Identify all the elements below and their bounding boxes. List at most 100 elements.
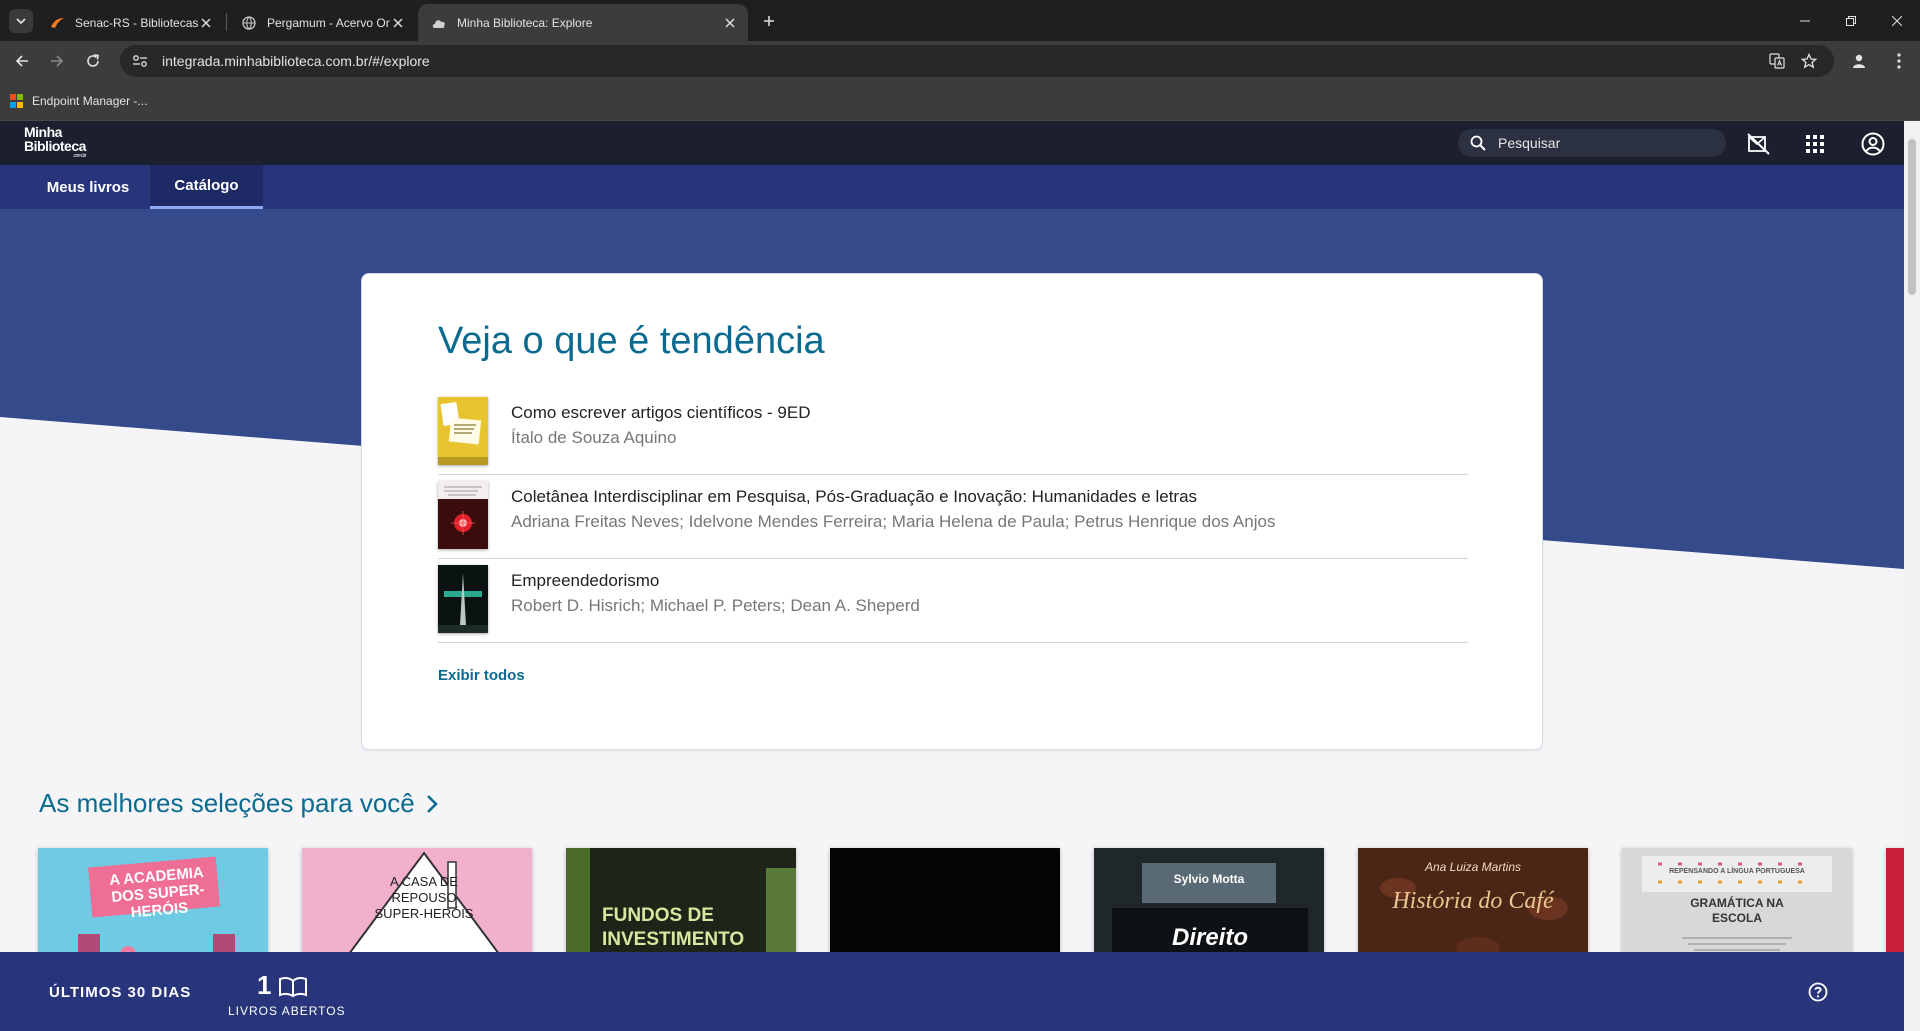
close-icon[interactable] bbox=[390, 15, 406, 31]
account-icon bbox=[1861, 132, 1885, 156]
close-icon bbox=[1892, 15, 1902, 26]
stats-period: ÚLTIMOS 30 DIAS bbox=[49, 984, 192, 1001]
book-cover-author: Ana Luiza Martins bbox=[1424, 860, 1522, 874]
book-card-partial[interactable] bbox=[1886, 848, 1904, 958]
page-scrollbar[interactable] bbox=[1904, 121, 1920, 1031]
notifications-off-icon bbox=[1747, 133, 1770, 155]
trending-item-title[interactable]: Como escrever artigos científicos - 9ED bbox=[511, 403, 811, 423]
trending-title: Veja o que é tendência bbox=[438, 320, 825, 362]
logo-line-2: Biblioteca bbox=[24, 138, 86, 154]
book-cover-image[interactable] bbox=[438, 397, 488, 465]
bookmark-star-icon[interactable] bbox=[1797, 49, 1821, 73]
books-opened-count: 1 bbox=[257, 970, 272, 1000]
site-header: Minha Biblioteca .com.br Pesquisar bbox=[0, 121, 1904, 165]
search-placeholder: Pesquisar bbox=[1498, 135, 1561, 151]
browser-tab-2[interactable]: Pergamum - Acervo Online bbox=[228, 4, 416, 41]
tab-title: Senac-RS - Bibliotecas bbox=[75, 15, 198, 30]
senac-favicon bbox=[49, 15, 65, 31]
browser-tab-1[interactable]: Senac-RS - Bibliotecas bbox=[36, 4, 224, 41]
trending-item-title[interactable]: Empreendedorismo bbox=[511, 571, 659, 591]
reload-button[interactable] bbox=[79, 47, 107, 75]
scrollbar-thumb[interactable] bbox=[1908, 139, 1916, 295]
arrow-left-icon bbox=[15, 55, 28, 67]
book-cover-author: Sylvio Motta bbox=[1173, 872, 1245, 886]
back-button[interactable] bbox=[8, 47, 36, 75]
book-cover-series: REPENSANDO A LÍNGUA PORTUGUESA bbox=[1669, 868, 1805, 875]
book-card[interactable]: A ACADEMIA DOS SUPER-HERÓIS bbox=[38, 848, 268, 958]
book-card[interactable]: FUNDOS DE INVESTIMENTO bbox=[566, 848, 796, 958]
bookmark-label: Endpoint Manager -... bbox=[32, 94, 148, 108]
trending-item[interactable]: Como escrever artigos científicos - 9ED … bbox=[438, 391, 1468, 475]
profile-button[interactable] bbox=[1845, 47, 1873, 75]
browser-tab-3-active[interactable]: Minha Biblioteca: Explore bbox=[418, 4, 748, 41]
browser-menu-button[interactable] bbox=[1885, 47, 1913, 75]
account-button[interactable] bbox=[1860, 131, 1886, 157]
globe-icon bbox=[241, 15, 257, 31]
reading-stats-bar: ÚLTIMOS 30 DIAS 1 LIVROS ABERTOS bbox=[0, 952, 1904, 1031]
chevron-down-icon bbox=[16, 18, 26, 25]
browser-tabstrip: Senac-RS - Bibliotecas Pergamum - Acervo… bbox=[0, 0, 1920, 41]
profile-icon bbox=[1853, 54, 1865, 68]
book-cover-image[interactable] bbox=[438, 481, 488, 549]
restore-button[interactable] bbox=[1828, 0, 1874, 41]
translate-icon[interactable] bbox=[1765, 49, 1789, 73]
address-bar[interactable]: integrada.minhabiblioteca.com.br/#/explo… bbox=[120, 45, 1834, 77]
trending-item-title[interactable]: Coletânea Interdisciplinar em Pesquisa, … bbox=[511, 487, 1197, 507]
site-search-input[interactable]: Pesquisar bbox=[1458, 129, 1726, 157]
microsoft-logo-icon bbox=[10, 94, 24, 108]
tab-search-button[interactable] bbox=[9, 9, 33, 33]
bookmarks-bar: Endpoint Manager -... bbox=[0, 81, 1920, 121]
close-icon[interactable] bbox=[722, 15, 738, 31]
show-all-link[interactable]: Exibir todos bbox=[438, 667, 525, 684]
browser-toolbar: integrada.minhabiblioteca.com.br/#/explo… bbox=[0, 41, 1920, 81]
tab-catalogo[interactable]: Catálogo bbox=[150, 165, 263, 209]
books-opened-label: LIVROS ABERTOS bbox=[228, 1004, 346, 1018]
book-card[interactable] bbox=[830, 848, 1060, 958]
tab-meus-livros[interactable]: Meus livros bbox=[28, 165, 148, 209]
book-card[interactable]: A CASA DE REPOUSO SUPER-HERÓIS bbox=[302, 848, 532, 958]
new-tab-button[interactable] bbox=[757, 9, 781, 33]
reload-icon bbox=[87, 54, 99, 67]
trending-item-author: Robert D. Hisrich; Michael P. Peters; De… bbox=[511, 596, 920, 615]
search-icon bbox=[1470, 134, 1488, 152]
book-cover-title: Direito bbox=[1171, 924, 1248, 951]
apps-grid-button[interactable] bbox=[1802, 131, 1828, 157]
book-cover-title: GRAMÁTICA NA ESCOLA bbox=[1690, 896, 1784, 925]
restore-icon bbox=[1846, 15, 1856, 26]
apps-grid-icon bbox=[1806, 135, 1824, 153]
minimize-icon bbox=[1800, 20, 1810, 21]
help-icon[interactable] bbox=[1808, 982, 1828, 1002]
close-icon[interactable] bbox=[198, 15, 214, 31]
chevron-right-icon bbox=[425, 793, 439, 815]
notifications-off-button[interactable] bbox=[1746, 131, 1772, 157]
book-card[interactable]: REPENSANDO A LÍNGUA PORTUGUESA GRAMÁTICA… bbox=[1622, 848, 1852, 958]
book-cover-title: A CASA DE REPOUSO SUPER-HERÓIS bbox=[374, 874, 474, 921]
trending-item-author: Adriana Freitas Neves; Idelvone Mendes F… bbox=[511, 512, 1276, 531]
site-subnav: Meus livros Catálogo bbox=[0, 165, 1904, 209]
minha-biblioteca-logo[interactable]: Minha Biblioteca .com.br bbox=[24, 125, 86, 159]
book-card[interactable]: Sylvio Motta Direito bbox=[1094, 848, 1324, 958]
tab-title: Minha Biblioteca: Explore bbox=[457, 15, 593, 30]
trending-item[interactable]: Empreendedorismo Robert D. Hisrich; Mich… bbox=[438, 559, 1468, 643]
plus-icon bbox=[764, 16, 774, 26]
url-text: integrada.minhabiblioteca.com.br/#/explo… bbox=[162, 53, 430, 69]
minimize-button[interactable] bbox=[1782, 0, 1828, 41]
tab-title: Pergamum - Acervo Online bbox=[267, 15, 390, 30]
arrow-right-icon bbox=[51, 55, 64, 67]
trending-item-author: Ítalo de Souza Aquino bbox=[511, 428, 677, 447]
site-viewport: Minha Biblioteca .com.br Pesquisar Meus … bbox=[0, 121, 1904, 1031]
selections-heading-link[interactable]: As melhores seleções para você bbox=[39, 788, 439, 819]
book-cover-image[interactable] bbox=[438, 565, 488, 633]
bookmark-endpoint-manager[interactable]: Endpoint Manager -... bbox=[10, 90, 147, 112]
selections-heading: As melhores seleções para você bbox=[39, 788, 415, 818]
forward-button[interactable] bbox=[43, 47, 71, 75]
book-card[interactable]: Ana Luiza Martins História do Café bbox=[1358, 848, 1588, 958]
kebab-menu-icon bbox=[1897, 53, 1901, 69]
cloud-icon bbox=[431, 15, 447, 31]
book-cover-title: A ACADEMIA DOS SUPER-HERÓIS bbox=[108, 863, 206, 922]
site-info-icon[interactable] bbox=[128, 49, 152, 73]
trending-card: Veja o que é tendência Como escrever art… bbox=[361, 273, 1543, 750]
trending-item[interactable]: Coletânea Interdisciplinar em Pesquisa, … bbox=[438, 475, 1468, 559]
window-close-button[interactable] bbox=[1874, 0, 1920, 41]
book-cover-title: FUNDOS DE INVESTIMENTO bbox=[602, 905, 745, 950]
